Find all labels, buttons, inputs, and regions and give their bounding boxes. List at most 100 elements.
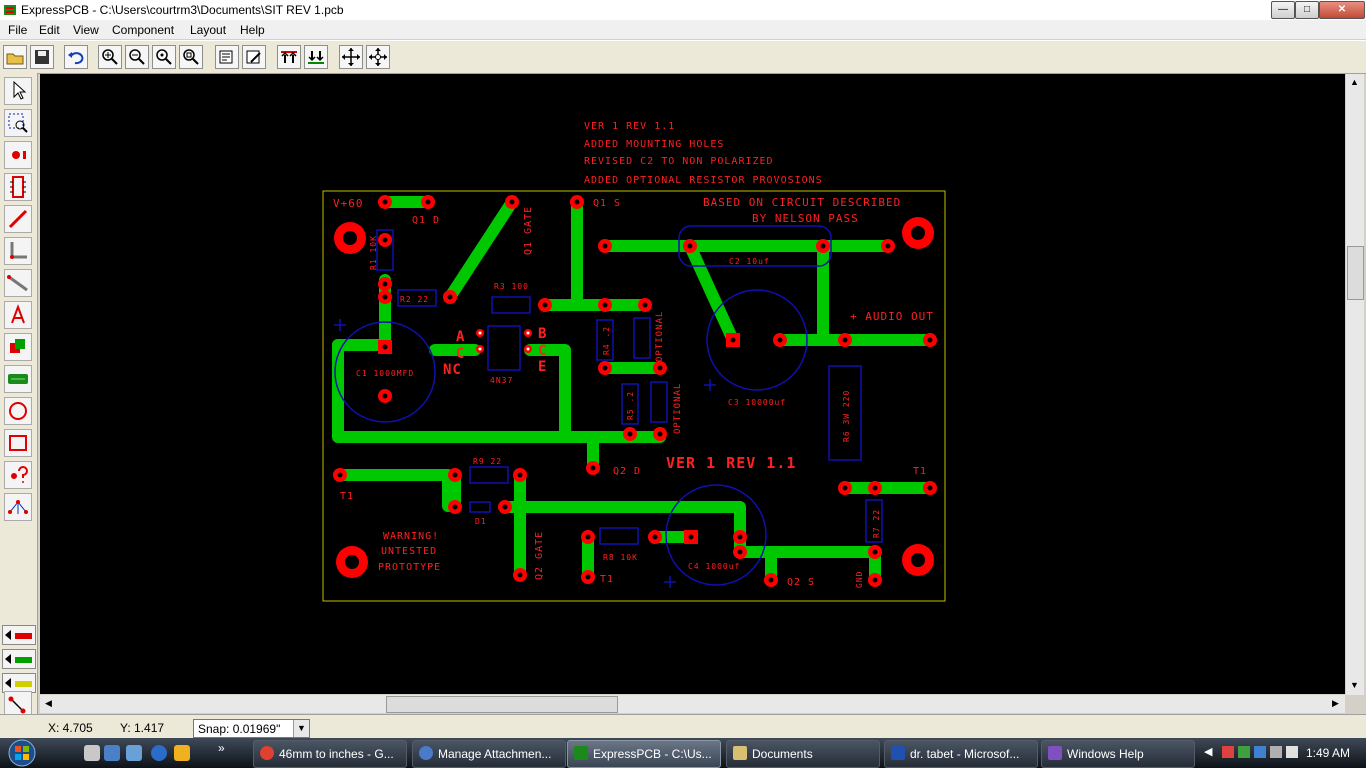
properties-icon[interactable] xyxy=(215,45,239,69)
menu-edit[interactable]: Edit xyxy=(39,23,60,37)
text-icon[interactable] xyxy=(4,301,32,329)
quicklaunch-doc-icon[interactable] xyxy=(84,745,100,761)
task-word[interactable]: dr. tabet - Microsof... xyxy=(884,740,1038,768)
label-gnd: GND xyxy=(855,571,864,588)
internet-explorer-icon[interactable] xyxy=(151,745,167,761)
label-t1-c: T1 xyxy=(600,574,614,585)
quicklaunch-app-icon[interactable] xyxy=(174,745,190,761)
pcb-canvas[interactable]: VER 1 REV 1.1 ADDED MOUNTING HOLES REVIS… xyxy=(40,74,1345,694)
folder-icon xyxy=(733,746,747,760)
diagonal-trace-icon[interactable] xyxy=(4,269,32,297)
chevron-down-icon[interactable]: ▼ xyxy=(293,720,309,737)
center-icon[interactable] xyxy=(366,45,390,69)
note-line-3: REVISED C2 TO NON POLARIZED xyxy=(584,156,774,167)
note-line-1: VER 1 REV 1.1 xyxy=(584,121,675,132)
label-version: VER 1 REV 1.1 xyxy=(666,454,796,472)
task-chrome[interactable]: 46mm to inches - G... xyxy=(253,740,407,768)
layer-silk-icon[interactable] xyxy=(2,673,36,693)
save-icon[interactable] xyxy=(30,45,54,69)
board-outline-icon[interactable] xyxy=(4,429,32,457)
pointer-icon[interactable] xyxy=(4,77,32,105)
scroll-right-icon[interactable]: ▶ xyxy=(1328,696,1343,711)
query-icon[interactable] xyxy=(4,461,32,489)
minimize-button[interactable]: — xyxy=(1271,1,1295,19)
menu-help[interactable]: Help xyxy=(240,23,265,37)
note-line-2: ADDED MOUNTING HOLES xyxy=(584,139,724,150)
label-r4: R4 .2 xyxy=(602,326,611,355)
connect-icon[interactable] xyxy=(4,691,32,715)
pin-label-c: C xyxy=(456,346,465,362)
horizontal-scroll-thumb[interactable] xyxy=(386,696,618,713)
label-vplus: V+60 xyxy=(333,197,364,210)
warning-line-1: WARNING! xyxy=(383,531,439,542)
menu-file[interactable]: File xyxy=(8,23,27,37)
label-q1gate: Q1 GATE xyxy=(523,206,534,255)
open-folder-icon[interactable] xyxy=(3,45,27,69)
edit-properties-icon[interactable] xyxy=(242,45,266,69)
scroll-left-icon[interactable]: ◀ xyxy=(41,696,56,711)
layer-top-icon[interactable] xyxy=(2,625,36,645)
task-expresspcb[interactable]: ExpressPCB - C:\Us... xyxy=(567,740,721,768)
clock[interactable]: 1:49 AM xyxy=(1306,746,1350,760)
place-component-icon[interactable] xyxy=(4,173,32,201)
layer-bottom-icon[interactable] xyxy=(2,649,36,669)
trace-icon[interactable] xyxy=(4,205,32,233)
maximize-button[interactable]: □ xyxy=(1295,1,1319,19)
net-connect-icon[interactable] xyxy=(4,493,32,521)
label-d1: D1 xyxy=(475,517,487,526)
zoom-out-icon[interactable] xyxy=(125,45,149,69)
task-manage-attachments[interactable]: Manage Attachmen... xyxy=(412,740,566,768)
quicklaunch-overflow[interactable]: » xyxy=(218,741,225,755)
power-icon[interactable] xyxy=(1270,746,1282,758)
filled-plane-icon[interactable] xyxy=(4,333,32,361)
network-icon[interactable] xyxy=(1238,746,1250,758)
cursor-y: Y: 1.417 xyxy=(120,721,165,735)
polygon-plane-icon[interactable] xyxy=(4,365,32,393)
task-windows-help[interactable]: Windows Help xyxy=(1041,740,1195,768)
scroll-down-icon[interactable]: ▼ xyxy=(1347,678,1362,693)
zoom-select-icon[interactable] xyxy=(4,109,32,137)
toolbar xyxy=(0,40,1366,74)
warning-line-3: PROTOTYPE xyxy=(378,562,441,573)
show-desktop-icon[interactable] xyxy=(104,745,120,761)
layer-up-icon[interactable] xyxy=(277,45,301,69)
label-r3: R3 100 xyxy=(494,282,529,291)
tray-expand-icon[interactable]: ◀ xyxy=(1204,745,1212,758)
scroll-up-icon[interactable]: ▲ xyxy=(1347,75,1362,90)
circle-icon[interactable] xyxy=(4,397,32,425)
menu-view[interactable]: View xyxy=(73,23,99,37)
label-audio-out: + AUDIO OUT xyxy=(850,310,934,323)
task-documents[interactable]: Documents xyxy=(726,740,880,768)
horizontal-scrollbar[interactable]: ◀ ▶ xyxy=(40,695,1345,713)
label-r2: R2 22 xyxy=(400,295,429,304)
layer-down-icon[interactable] xyxy=(304,45,328,69)
vertical-scrollbar[interactable]: ▲ ▼ xyxy=(1346,74,1364,695)
tray-app-icon[interactable] xyxy=(1222,746,1234,758)
move-icon[interactable] xyxy=(339,45,363,69)
bend-trace-icon[interactable] xyxy=(4,237,32,265)
switch-windows-icon[interactable] xyxy=(126,745,142,761)
zoom-in-icon[interactable] xyxy=(98,45,122,69)
menu-component[interactable]: Component xyxy=(112,23,174,37)
volume-icon[interactable] xyxy=(1286,746,1298,758)
connection-icon[interactable] xyxy=(1254,746,1266,758)
zoom-fit-icon[interactable] xyxy=(152,45,176,69)
label-optional-2: OPTIONAL xyxy=(673,383,683,434)
label-t1-b: T1 xyxy=(340,491,354,502)
label-q1s: Q1 S xyxy=(593,198,621,209)
cursor-x: X: 4.705 xyxy=(48,721,93,735)
place-pad-icon[interactable] xyxy=(4,141,32,169)
snap-label: Snap: xyxy=(198,722,230,736)
chrome-icon xyxy=(260,746,274,760)
help-icon xyxy=(1048,746,1062,760)
vertical-scroll-thumb[interactable] xyxy=(1347,246,1364,300)
zoom-window-icon[interactable] xyxy=(179,45,203,69)
menu-layout[interactable]: Layout xyxy=(190,23,226,37)
snap-value: 0.01969" xyxy=(232,722,281,736)
close-button[interactable]: ✕ xyxy=(1319,1,1365,19)
label-q2s: Q2 S xyxy=(787,577,815,588)
pin-label-nc: NC xyxy=(443,362,462,378)
snap-select[interactable]: Snap: 0.01969" ▼ xyxy=(193,719,310,738)
start-button[interactable] xyxy=(2,739,42,767)
undo-icon[interactable] xyxy=(64,45,88,69)
